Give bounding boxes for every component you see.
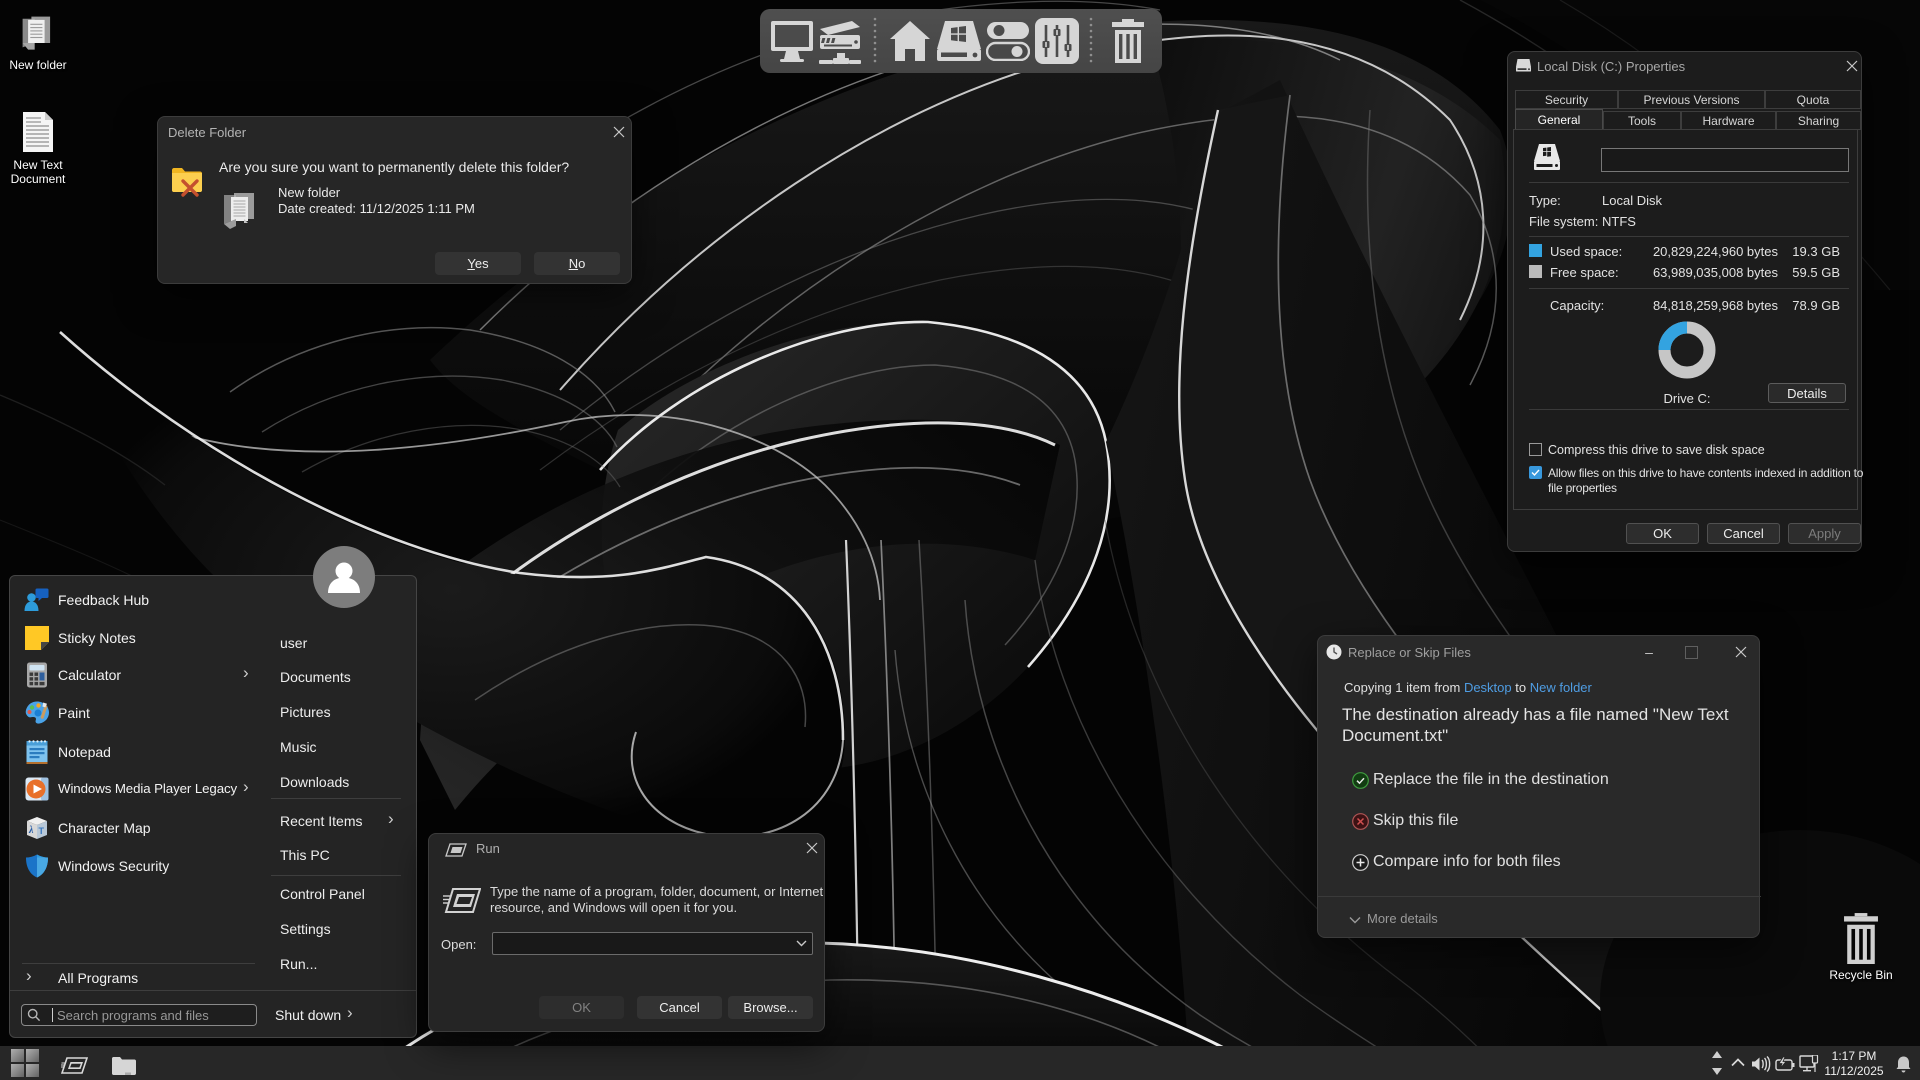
svg-text:λ: λ bbox=[28, 825, 34, 836]
svg-text:T: T bbox=[39, 826, 45, 836]
